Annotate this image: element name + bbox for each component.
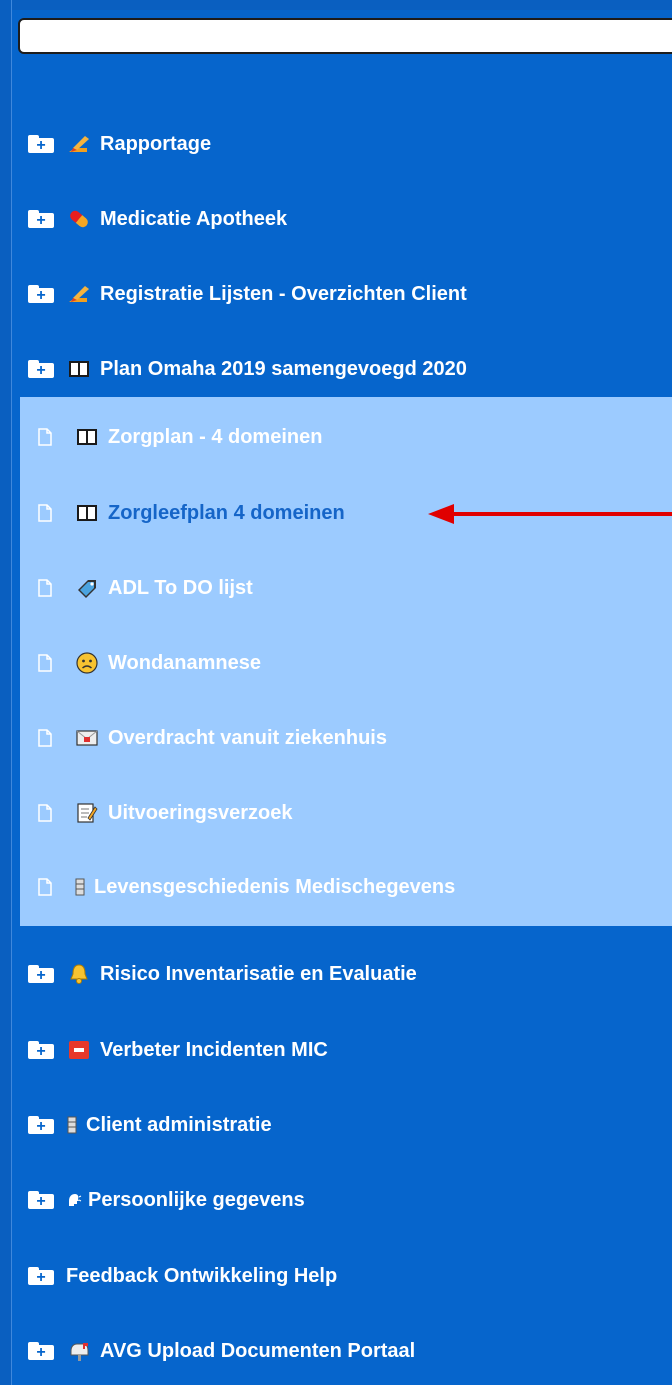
tree-item-label: Verbeter Incidenten MIC	[100, 1038, 328, 1061]
folder-plus-icon[interactable]: +	[28, 1191, 54, 1210]
document-icon	[38, 729, 52, 747]
tree-child-wondanamnese[interactable]: Wondanamnese	[38, 643, 261, 683]
bell-icon	[66, 963, 92, 985]
document-icon	[38, 654, 52, 672]
top-frame	[0, 0, 672, 10]
speaking-head-icon	[66, 1189, 82, 1211]
mailbox-icon	[66, 1340, 92, 1362]
tree-item-plan-omaha[interactable]: + Plan Omaha 2019 samengevoegd 2020	[28, 349, 467, 389]
tree-item-avg-upload[interactable]: + AVG Upload Documenten Portaal	[28, 1331, 415, 1371]
search-box[interactable]	[18, 18, 672, 54]
sad-face-icon	[74, 652, 100, 674]
folder-plus-icon[interactable]: +	[28, 1041, 54, 1060]
tree-item-label: Levensgeschiedenis Medischegevens	[94, 875, 456, 898]
tree-item-label: Overdracht vanuit ziekenhuis	[108, 726, 387, 749]
tree-item-medicatie-apotheek[interactable]: + Medicatie Apotheek	[28, 199, 287, 239]
folder-plus-icon[interactable]: +	[28, 965, 54, 984]
tree-item-verbeter-incidenten[interactable]: + Verbeter Incidenten MIC	[28, 1030, 328, 1070]
tree-item-label: Rapportage	[100, 132, 212, 155]
tree-item-label: Registratie Lijsten - Overzichten Client	[100, 282, 467, 305]
folder-plus-icon[interactable]: +	[28, 210, 54, 229]
book-icon	[66, 358, 92, 380]
tree-item-label: Feedback Ontwikkeling Help	[66, 1264, 338, 1287]
tree-child-uitvoeringsverzoek[interactable]: Uitvoeringsverzoek	[38, 793, 293, 833]
document-icon	[38, 428, 52, 446]
tree-item-persoonlijke-gegevens[interactable]: + Persoonlijke gegevens	[28, 1180, 305, 1220]
tree-item-label: Risico Inventarisatie en Evaluatie	[100, 962, 417, 985]
pill-icon	[66, 208, 92, 230]
tree-item-label: Zorgleefplan 4 domeinen	[108, 501, 345, 524]
sos-icon	[66, 1039, 92, 1061]
document-icon	[38, 804, 52, 822]
tree-item-label: AVG Upload Documenten Portaal	[100, 1339, 416, 1362]
tree-item-registratie-lijsten[interactable]: + Registratie Lijsten - Overzichten Clie…	[28, 274, 467, 314]
tree-child-zorgleefplan[interactable]: Zorgleefplan 4 domeinen	[38, 493, 345, 533]
tree-item-label: Plan Omaha 2019 samengevoegd 2020	[100, 357, 467, 380]
document-icon	[38, 878, 52, 896]
folder-plus-icon[interactable]: +	[28, 1342, 54, 1361]
file-cabinet-icon	[66, 1114, 78, 1136]
tree-item-label: Uitvoeringsverzoek	[108, 801, 293, 824]
folder-plus-icon[interactable]: +	[28, 360, 54, 379]
tree-child-levensgeschiedenis[interactable]: Levensgeschiedenis Medischegevens	[38, 867, 455, 907]
tree-child-overdracht[interactable]: Overdracht vanuit ziekenhuis	[38, 718, 387, 758]
envelope-icon	[74, 727, 100, 749]
folder-plus-icon[interactable]: +	[28, 1116, 54, 1135]
tree-item-label: Persoonlijke gegevens	[88, 1188, 305, 1211]
tag-icon	[74, 577, 100, 599]
tree-item-client-administratie[interactable]: + Client administratie	[28, 1105, 272, 1145]
folder-plus-icon[interactable]: +	[28, 285, 54, 304]
book-icon	[74, 426, 100, 448]
tree-child-zorgplan[interactable]: Zorgplan - 4 domeinen	[38, 417, 322, 457]
memo-icon	[74, 802, 100, 824]
folder-plus-icon[interactable]: +	[28, 1267, 54, 1286]
pointer-arrow	[428, 504, 672, 524]
tree-item-label: Client administratie	[86, 1113, 272, 1136]
tree-item-label: Wondanamnese	[108, 651, 261, 674]
left-frame	[0, 0, 12, 1385]
tree-item-label: Zorgplan - 4 domeinen	[108, 425, 323, 448]
pencil-icon	[66, 283, 92, 305]
tree-item-rapportage[interactable]: + Rapportage	[28, 124, 211, 164]
book-icon	[74, 502, 100, 524]
tree-item-label: Medicatie Apotheek	[100, 207, 288, 230]
tree-item-risico-inventarisatie[interactable]: + Risico Inventarisatie en Evaluatie	[28, 954, 417, 994]
document-icon	[38, 579, 52, 597]
document-icon	[38, 504, 52, 522]
tree-item-feedback-help[interactable]: + Feedback Ontwikkeling Help	[28, 1256, 337, 1296]
tree-item-label: ADL To DO lijst	[108, 576, 253, 599]
folder-plus-icon[interactable]: +	[28, 135, 54, 154]
file-cabinet-icon	[74, 876, 86, 898]
search-input[interactable]	[20, 20, 672, 52]
pencil-icon	[66, 133, 92, 155]
tree-child-adl-todo[interactable]: ADL To DO lijst	[38, 568, 253, 608]
